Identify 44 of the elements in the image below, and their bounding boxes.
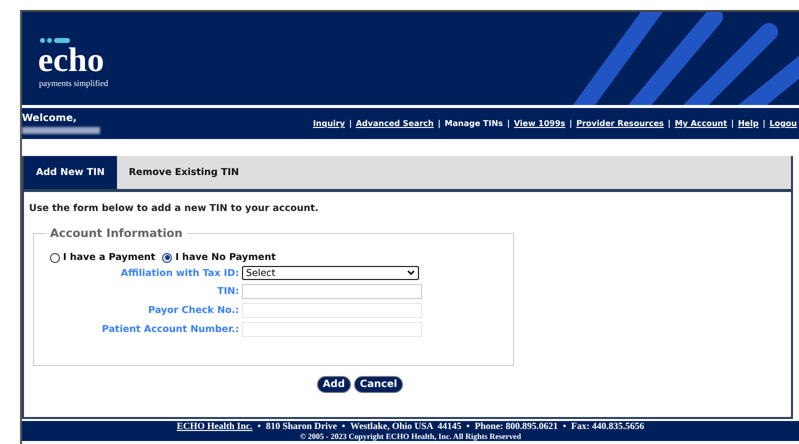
separator: |	[668, 119, 671, 128]
nav-link[interactable]: Advanced Search	[356, 119, 434, 128]
input-field[interactable]	[242, 284, 422, 299]
echo-logo: echo payments simplified	[38, 38, 108, 88]
company-link[interactable]: ECHO Health Inc.	[176, 422, 252, 432]
nav-link[interactable]: Provider Resources	[576, 119, 664, 128]
cancel-button[interactable]: Cancel	[354, 376, 404, 393]
nav-link[interactable]: My Account	[674, 119, 728, 128]
bullet: •	[342, 422, 346, 432]
footer-text: Fax: 440.835.5656	[571, 422, 644, 432]
radio-option[interactable]: I have No Payment	[162, 252, 276, 263]
separator: |	[762, 119, 766, 128]
separator: |	[731, 119, 734, 128]
bullet: •	[466, 422, 470, 432]
bullet: •	[258, 422, 261, 432]
nav-link[interactable]: Inquiry	[312, 119, 345, 128]
add-button[interactable]: Add	[316, 376, 351, 393]
copyright-text: © 2005 - 2023 Copyright ECHO Health, Inc. All Rights Reserved	[300, 432, 522, 441]
field-label: Payor Check No.:	[147, 305, 239, 316]
tab[interactable]: Add New TIN	[24, 156, 117, 189]
field-label: TIN:	[216, 286, 239, 297]
separator: |	[438, 119, 441, 128]
radio-button[interactable]	[50, 252, 60, 262]
nav-link[interactable]: View 1099s	[514, 119, 566, 128]
separator: |	[569, 119, 572, 128]
footer-text: Westlake, Ohio USA 44145	[350, 422, 462, 432]
chevron-down-icon	[407, 270, 415, 276]
separator: |	[506, 119, 510, 128]
welcome-label: Welcome,	[22, 113, 78, 124]
bullet: •	[562, 422, 566, 432]
footer-text: 810 Sharon Drive	[266, 422, 337, 432]
separator: |	[348, 119, 352, 128]
intro-text: Use the form below to add a new TIN to your account.	[29, 203, 320, 214]
radio-button[interactable]	[162, 252, 172, 262]
footer-text: Phone: 800.895.0621	[474, 422, 558, 432]
fieldset-legend: Account Information	[46, 226, 187, 240]
field-label: Patient Account Number.:	[100, 324, 239, 335]
nav-link[interactable]: Manage TINs	[444, 119, 503, 128]
field-label: Affiliation with Tax ID:	[120, 268, 239, 278]
nav-link[interactable]: Help	[738, 119, 759, 128]
affiliation-select[interactable]: Select	[242, 266, 419, 280]
tab[interactable]: Remove Existing TIN	[116, 156, 252, 189]
radio-option[interactable]: I have a Payment	[50, 252, 156, 263]
nav-link[interactable]: Logou	[769, 119, 797, 128]
